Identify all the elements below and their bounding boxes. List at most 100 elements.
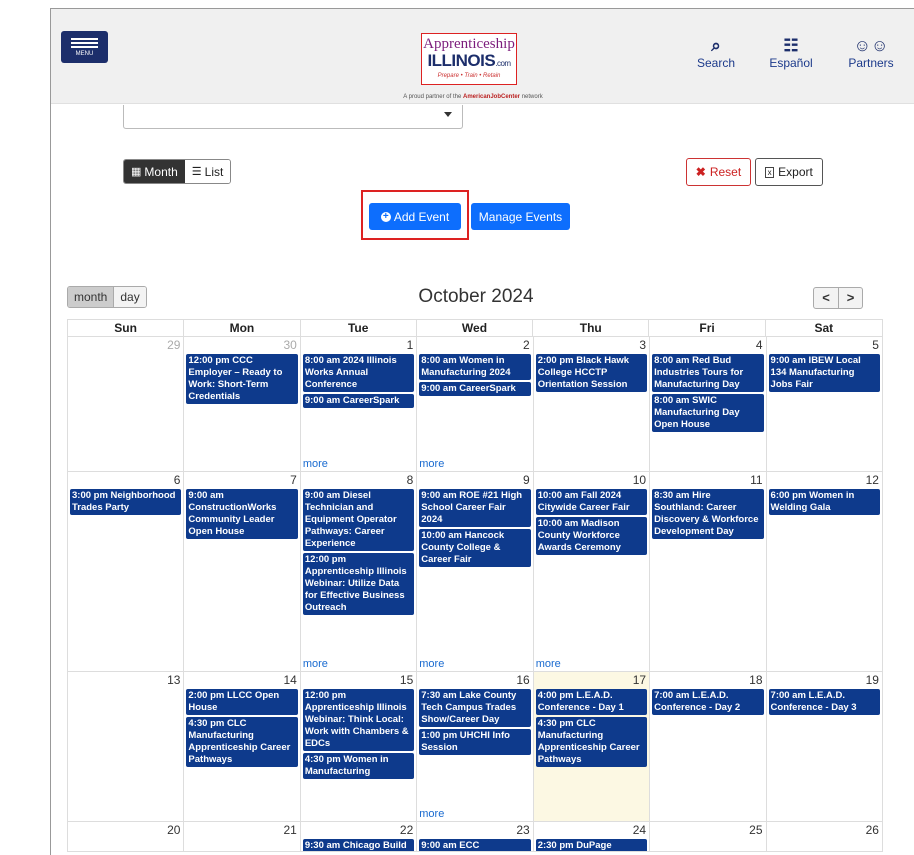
- calendar-day-cell[interactable]: 24 2:30 pm DuPage: [534, 822, 651, 851]
- day-number[interactable]: 22: [400, 823, 413, 837]
- day-number[interactable]: 24: [633, 823, 646, 837]
- next-month-button[interactable]: >: [838, 288, 862, 308]
- more-events-link[interactable]: more: [303, 658, 328, 670]
- calendar-day-cell[interactable]: 10 10:00 am Fall 2024 Citywide Career Fai…: [534, 472, 651, 671]
- calendar-event[interactable]: 9:00 am IBEW Local 134 Manufacturing Job…: [768, 354, 880, 392]
- calendar-event[interactable]: 12:00 pm Apprenticeship Illinois Webinar…: [302, 689, 415, 751]
- manage-events-button[interactable]: Manage Events: [471, 203, 570, 230]
- calendar-event[interactable]: 7:00 am L.E.A.D. Conference - Day 2: [652, 689, 764, 715]
- calendar-event[interactable]: 10:00 am Fall 2024 Citywide Career Fair: [535, 489, 648, 515]
- more-events-link[interactable]: more: [419, 808, 444, 820]
- calendar-day-cell[interactable]: 5 9:00 am IBEW Local 134 Manufacturing Jo…: [767, 337, 883, 471]
- more-events-link[interactable]: more: [419, 458, 444, 470]
- calendar-event[interactable]: 8:30 am Hire Southland: Career Discovery…: [652, 489, 764, 539]
- calendar-day-cell[interactable]: 17 4:00 pm L.E.A.D. Conference - Day 1 4:3…: [533, 672, 651, 821]
- day-number[interactable]: 23: [516, 823, 529, 837]
- calendar-day-cell[interactable]: 20: [68, 822, 185, 851]
- day-number[interactable]: 26: [866, 823, 879, 837]
- calendar-event[interactable]: 4:30 pm CLC Manufacturing Apprenticeship…: [535, 717, 648, 767]
- calendar-event[interactable]: 4:30 pm Women in Manufacturing: [302, 753, 415, 779]
- day-number[interactable]: 17: [633, 673, 646, 687]
- day-number[interactable]: 10: [633, 473, 646, 487]
- more-events-link[interactable]: more: [419, 658, 444, 670]
- day-number[interactable]: 9: [523, 473, 530, 487]
- calendar-event[interactable]: 9:00 am ECC: [419, 839, 531, 851]
- more-events-link[interactable]: more: [536, 658, 561, 670]
- calendar-day-cell[interactable]: 11 8:30 am Hire Southland: Career Discove…: [650, 472, 767, 671]
- calendar-event[interactable]: 3:00 pm Neighborhood Trades Party: [70, 489, 182, 515]
- calendar-day-cell[interactable]: 18 7:00 am L.E.A.D. Conference - Day 2: [650, 672, 767, 821]
- filter-select[interactable]: [123, 105, 463, 129]
- calendar-event[interactable]: 12:00 pm Apprenticeship Illinois Webinar…: [302, 553, 415, 615]
- calendar-day-cell[interactable]: 29: [68, 337, 185, 471]
- calendar-day-cell[interactable]: 2 8:00 am Women in Manufacturing 2024 9:00…: [417, 337, 534, 471]
- calendar-event[interactable]: 2:00 pm LLCC Open House: [186, 689, 298, 715]
- calendar-day-cell[interactable]: 7 9:00 am ConstructionWorks Community Lea…: [184, 472, 301, 671]
- calendar-month-button[interactable]: month: [68, 287, 114, 307]
- calendar-day-cell[interactable]: 1 8:00 am 2024 Illinois Works Annual Conf…: [301, 337, 418, 471]
- day-number[interactable]: 14: [283, 673, 296, 687]
- day-number[interactable]: 19: [866, 673, 879, 687]
- day-number[interactable]: 6: [174, 473, 181, 487]
- calendar-day-cell[interactable]: 15 12:00 pm Apprenticeship Illinois Webin…: [301, 672, 418, 821]
- calendar-day-cell[interactable]: 14 2:00 pm LLCC Open House 4:30 pm CLC Man…: [184, 672, 301, 821]
- calendar-day-cell[interactable]: 22 9:30 am Chicago Build: [301, 822, 418, 851]
- calendar-event[interactable]: 10:00 am Hancock County College & Career…: [419, 529, 531, 567]
- add-event-button[interactable]: + Add Event: [369, 203, 461, 230]
- calendar-event[interactable]: 4:30 pm CLC Manufacturing Apprenticeship…: [186, 717, 298, 767]
- calendar-event[interactable]: 9:00 am ConstructionWorks Community Lead…: [186, 489, 298, 539]
- calendar-event[interactable]: 6:00 pm Women in Welding Gala: [768, 489, 880, 515]
- calendar-event[interactable]: 7:30 am Lake County Tech Campus Trades S…: [419, 689, 531, 727]
- day-number[interactable]: 29: [167, 338, 180, 352]
- day-number[interactable]: 16: [516, 673, 529, 687]
- day-number[interactable]: 5: [872, 338, 879, 352]
- list-view-button[interactable]: ☰ List: [184, 160, 231, 183]
- calendar-day-cell[interactable]: 3 2:00 pm Black Hawk College HCCTP Orient…: [534, 337, 651, 471]
- day-number[interactable]: 7: [290, 473, 297, 487]
- calendar-day-cell[interactable]: 13: [68, 672, 185, 821]
- site-logo[interactable]: Apprenticeship ILLINOIS.com Prepare • Tr…: [421, 33, 517, 85]
- calendar-event[interactable]: 8:00 am Red Bud Industries Tours for Man…: [652, 354, 764, 392]
- espanol-link[interactable]: ☷ Español: [761, 36, 821, 70]
- calendar-event[interactable]: 12:00 pm CCC Employer – Ready to Work: S…: [186, 354, 298, 404]
- calendar-event[interactable]: 10:00 am Madison County Workforce Awards…: [535, 517, 648, 555]
- calendar-event[interactable]: 4:00 pm L.E.A.D. Conference - Day 1: [535, 689, 648, 715]
- calendar-day-cell[interactable]: 30 12:00 pm CCC Employer – Ready to Work:…: [184, 337, 301, 471]
- prev-month-button[interactable]: <: [814, 288, 838, 308]
- day-number[interactable]: 30: [283, 338, 296, 352]
- calendar-event[interactable]: 8:00 am Women in Manufacturing 2024: [419, 354, 531, 380]
- month-view-button[interactable]: ▦ Month: [124, 160, 185, 183]
- calendar-day-cell[interactable]: 12 6:00 pm Women in Welding Gala: [767, 472, 883, 671]
- day-number[interactable]: 12: [866, 473, 879, 487]
- calendar-event[interactable]: 9:30 am Chicago Build: [302, 839, 415, 851]
- day-number[interactable]: 2: [523, 338, 530, 352]
- calendar-event[interactable]: 2:00 pm Black Hawk College HCCTP Orienta…: [535, 354, 648, 392]
- calendar-event[interactable]: 9:00 am ROE #21 High School Career Fair …: [419, 489, 531, 527]
- day-number[interactable]: 13: [167, 673, 180, 687]
- calendar-event[interactable]: 8:00 am 2024 Illinois Works Annual Confe…: [302, 354, 415, 392]
- day-number[interactable]: 18: [749, 673, 762, 687]
- calendar-day-cell[interactable]: 26: [767, 822, 883, 851]
- day-number[interactable]: 11: [750, 473, 762, 487]
- search-link[interactable]: ⌕ Search: [686, 36, 746, 70]
- day-number[interactable]: 20: [167, 823, 180, 837]
- reset-button[interactable]: ✖ Reset: [686, 158, 751, 186]
- export-button[interactable]: x Export: [755, 158, 823, 186]
- calendar-day-cell[interactable]: 21: [184, 822, 301, 851]
- calendar-day-button[interactable]: day: [113, 287, 146, 307]
- calendar-day-cell[interactable]: 8 9:00 am Diesel Technician and Equipment…: [301, 472, 418, 671]
- calendar-event[interactable]: 1:00 pm UHCHI Info Session: [419, 729, 531, 755]
- calendar-day-cell[interactable]: 4 8:00 am Red Bud Industries Tours for Ma…: [650, 337, 767, 471]
- partners-link[interactable]: ☺☺ Partners: [841, 36, 901, 70]
- calendar-event[interactable]: 9:00 am CareerSpark: [419, 382, 531, 396]
- calendar-day-cell[interactable]: 16 7:30 am Lake County Tech Campus Trades…: [417, 672, 534, 821]
- calendar-day-cell[interactable]: 19 7:00 am L.E.A.D. Conference - Day 3: [767, 672, 883, 821]
- day-number[interactable]: 25: [749, 823, 762, 837]
- calendar-event[interactable]: 9:00 am Diesel Technician and Equipment …: [302, 489, 415, 551]
- day-number[interactable]: 4: [756, 338, 763, 352]
- day-number[interactable]: 8: [407, 473, 414, 487]
- day-number[interactable]: 15: [400, 673, 413, 687]
- calendar-day-cell[interactable]: 25: [650, 822, 767, 851]
- more-events-link[interactable]: more: [303, 458, 328, 470]
- calendar-day-cell[interactable]: 9 9:00 am ROE #21 High School Career Fair…: [417, 472, 534, 671]
